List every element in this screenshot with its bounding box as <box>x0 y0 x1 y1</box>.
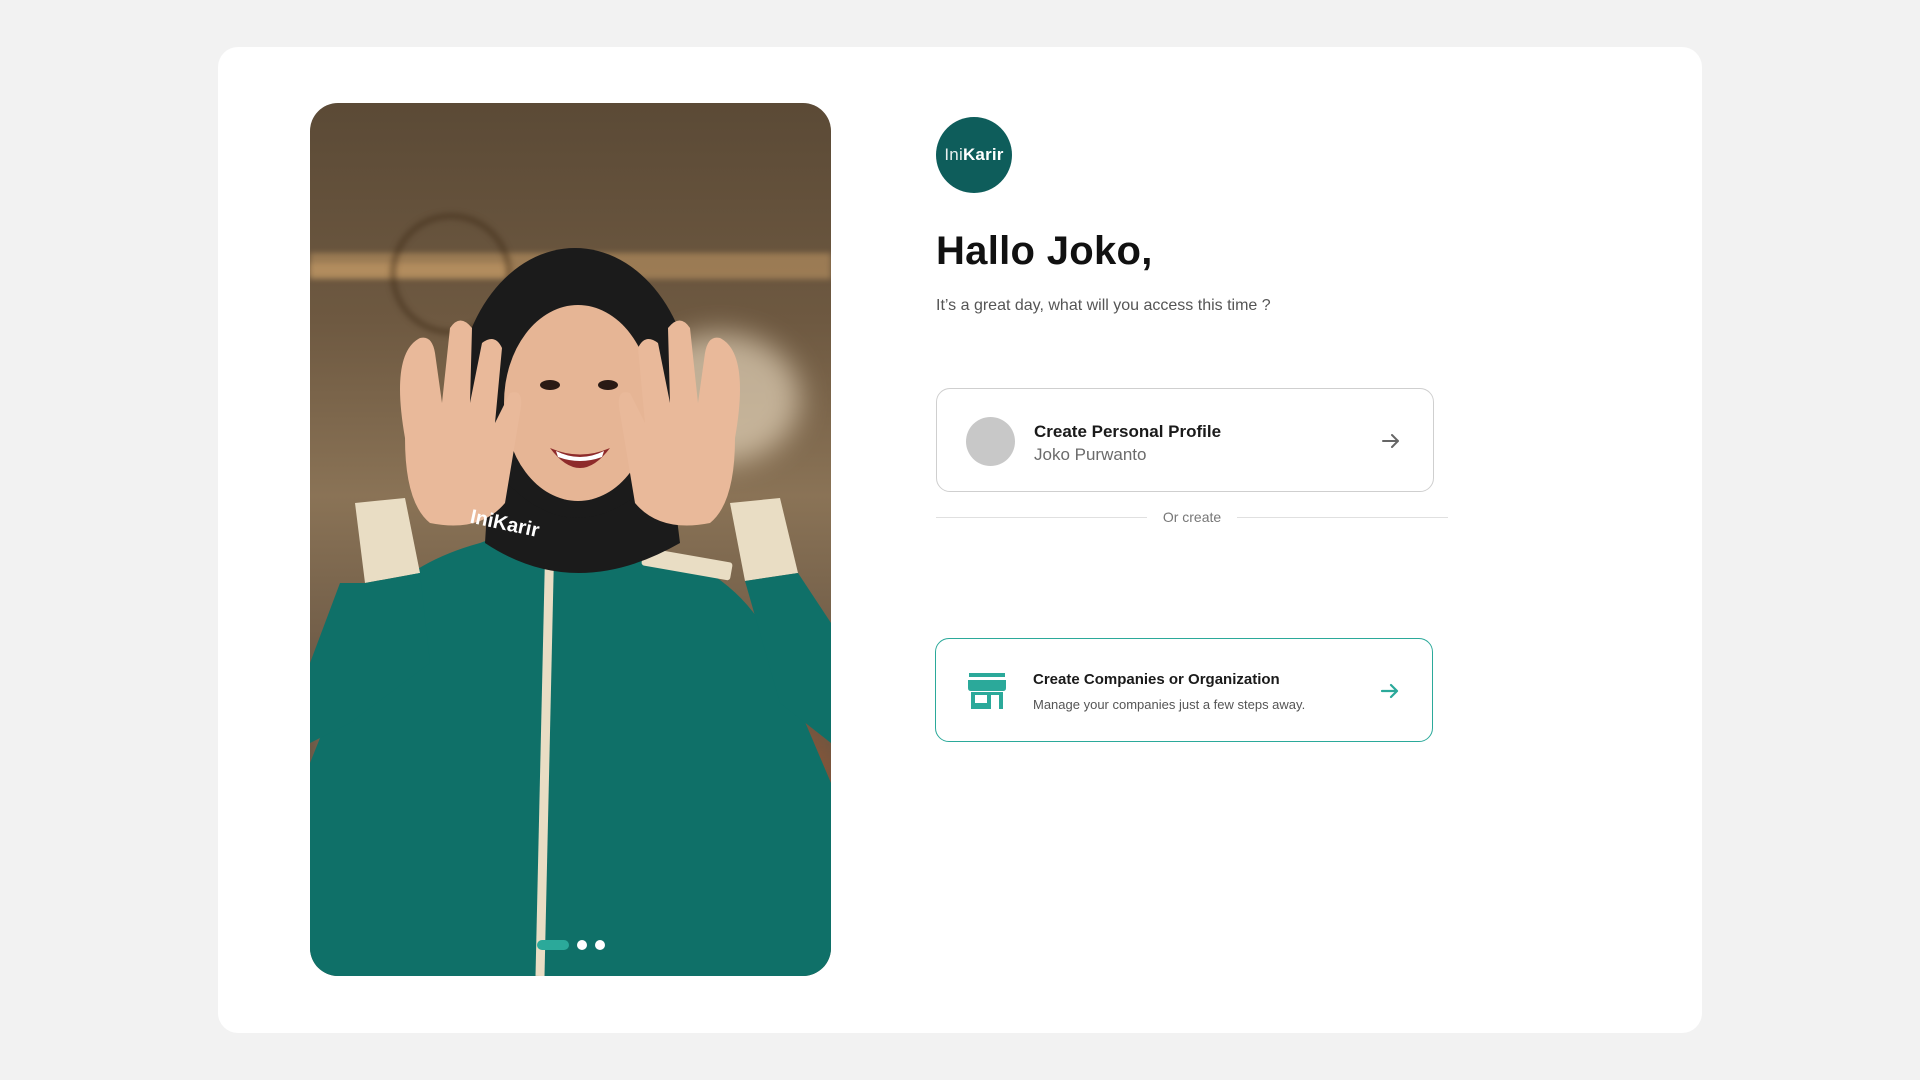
create-personal-profile-button[interactable]: Create Personal Profile Joko Purwanto <box>936 388 1434 492</box>
personal-option-title: Create Personal Profile <box>1034 422 1222 441</box>
person-illustration: IniKarir <box>310 248 831 976</box>
or-create-divider: Or create <box>936 507 1449 527</box>
divider-label: Or create <box>1162 509 1222 525</box>
divider-line <box>1237 516 1449 518</box>
inikarir-logo: Ini Karir <box>936 117 1012 193</box>
pager-dot[interactable] <box>594 940 605 950</box>
hero-image: IniKarir <box>310 103 831 976</box>
avatar <box>966 417 1015 466</box>
company-option-title: Create Companies or Organization <box>1033 671 1280 688</box>
store-icon <box>968 673 1006 709</box>
personal-option-name: Joko Purwanto <box>1034 445 1147 464</box>
logo-text-light: Ini <box>944 145 963 164</box>
pager-dot[interactable] <box>576 940 587 950</box>
onboarding-card: IniKarir Ini Karir Hallo Joko, It’s a gre… <box>218 47 1702 1033</box>
arrow-right-icon <box>1380 683 1399 699</box>
create-company-button[interactable]: Create Companies or Organization Manage … <box>935 638 1433 742</box>
divider-line <box>936 516 1147 518</box>
logo-text-bold: Karir <box>962 145 1004 164</box>
arrow-right-icon <box>1382 434 1399 448</box>
company-option-subtitle: Manage your companies just a few steps a… <box>1033 697 1306 712</box>
carousel-pager <box>536 940 605 950</box>
pager-dot-active[interactable] <box>536 940 569 950</box>
page-subtitle: It’s a great day, what will you access t… <box>936 297 1271 314</box>
page-title: Hallo Joko, <box>936 229 1153 273</box>
